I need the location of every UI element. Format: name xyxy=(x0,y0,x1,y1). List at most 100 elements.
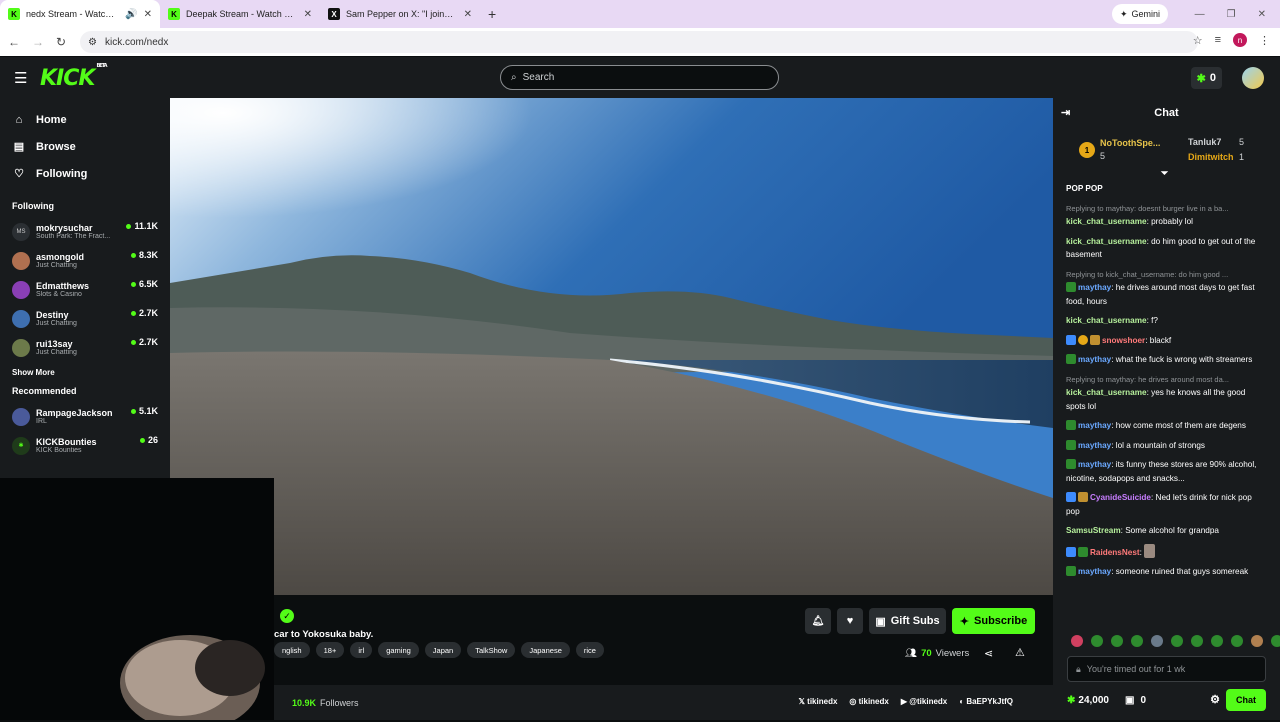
chat-username[interactable]: CyanideSuicide xyxy=(1090,493,1151,502)
sidebar-item-following[interactable]: ♡ Following xyxy=(0,160,170,187)
message-text: POP POP xyxy=(1066,184,1103,193)
channel-category: Just Chatting xyxy=(36,262,77,269)
subscribe-button[interactable]: ✦ Subscribe xyxy=(952,608,1035,634)
sidebar-item-home[interactable]: ⌂ Home xyxy=(0,106,170,133)
social-link[interactable]: ▶ @tikinedx xyxy=(901,697,947,706)
emote-icon[interactable] xyxy=(1091,635,1103,647)
browser-menu-icon[interactable]: ⋮ xyxy=(1259,34,1270,47)
collapse-chat-icon[interactable]: ⇥ xyxy=(1061,106,1070,119)
chat-username[interactable]: maythay xyxy=(1078,567,1111,576)
channel-item[interactable]: RampageJackson IRL 5.1K xyxy=(0,402,170,431)
browser-tab[interactable]: K Deepak Stream - Watch Live o ✕ xyxy=(160,0,320,28)
user-avatar[interactable] xyxy=(1242,67,1264,89)
tab-audio-icon[interactable]: 🔊 xyxy=(125,9,137,20)
tag-pill[interactable]: nglish xyxy=(274,642,310,658)
channel-item[interactable]: MS mokrysuchar South Park: The Fract... 1… xyxy=(0,217,170,246)
tag-pill[interactable]: Japanese xyxy=(521,642,570,658)
chat-username[interactable]: kick_chat_username xyxy=(1066,388,1147,397)
gift-subs-button[interactable]: ▣ Gift Subs xyxy=(869,608,946,634)
channel-item[interactable]: Edmatthews Slots & Casino 6.5K xyxy=(0,275,170,304)
hamburger-menu-icon[interactable]: ☰ xyxy=(14,69,27,87)
sidebar-item-browse[interactable]: ▤ Browse xyxy=(0,133,170,160)
tag-pill[interactable]: 18+ xyxy=(315,642,345,658)
tag-pill[interactable]: TalkShow xyxy=(467,642,516,658)
channel-item[interactable]: ✱ KICKBounties KICK Bounties 26 xyxy=(0,431,170,460)
profile-avatar[interactable]: n xyxy=(1233,33,1247,47)
forward-icon[interactable]: → xyxy=(32,35,44,49)
back-icon[interactable]: ← xyxy=(8,35,20,49)
chat-username[interactable]: maythay xyxy=(1078,441,1111,450)
tag-pill[interactable]: irl xyxy=(350,642,373,658)
gifter-name[interactable]: Tanluk7 xyxy=(1188,137,1221,147)
site-info-icon[interactable]: ⚙ xyxy=(88,37,97,48)
chat-username[interactable]: RaidensNest xyxy=(1090,548,1140,557)
chat-username[interactable]: kick_chat_username xyxy=(1066,316,1147,325)
expand-gifters-icon[interactable]: ⏷ xyxy=(1161,168,1168,179)
browser-tab[interactable]: X Sam Pepper on X: "I joined a tr ✕ xyxy=(320,0,480,28)
top-gifter-name[interactable]: NoToothSpe... xyxy=(1100,138,1160,148)
kicks-balance-button[interactable]: ✱ 0 xyxy=(1190,67,1222,89)
new-tab-button[interactable]: + xyxy=(480,6,504,22)
channel-item[interactable]: rui13say Just Chatting 2.7K xyxy=(0,333,170,362)
emote-icon[interactable] xyxy=(1071,635,1083,647)
close-tab-icon[interactable]: ✕ xyxy=(464,9,472,20)
chat-username[interactable]: kick_chat_username xyxy=(1066,237,1147,246)
chat-username[interactable]: snowshoer xyxy=(1102,336,1145,345)
emote-icon[interactable] xyxy=(1251,635,1263,647)
send-chat-button[interactable]: Chat xyxy=(1226,689,1266,711)
emote-icon[interactable] xyxy=(1231,635,1243,647)
social-link[interactable]: 𝕏 tikinedx xyxy=(799,697,838,706)
social-link[interactable]: ◐ BaEPYkJtfQ xyxy=(959,697,1013,706)
show-more-link[interactable]: Show More xyxy=(0,362,170,382)
emote-icon[interactable] xyxy=(1151,635,1163,647)
search-input[interactable]: ⌕ Search xyxy=(500,65,779,90)
chat-settings-icon[interactable]: ⚙ xyxy=(1210,693,1220,706)
channel-avatar xyxy=(12,407,30,426)
notification-bell-button[interactable]: 🔔︎ xyxy=(805,608,831,634)
chat-username[interactable]: maythay xyxy=(1078,460,1111,469)
chat-input[interactable]: 🔒︎ You're timed out for 1 wk xyxy=(1067,656,1266,682)
restore-icon[interactable]: ❐ xyxy=(1227,9,1236,20)
share-icon[interactable]: ⋖ xyxy=(984,647,993,660)
kicks-balance[interactable]: 24,000 xyxy=(1078,695,1109,706)
report-icon[interactable]: ⚠ xyxy=(1015,646,1025,659)
subs-count[interactable]: 0 xyxy=(1140,695,1146,706)
bookmark-star-icon[interactable]: ☆ xyxy=(1193,34,1203,47)
tag-pill[interactable]: rice xyxy=(575,642,604,658)
gifter-name[interactable]: Dimitwitch xyxy=(1188,152,1234,162)
browser-tab[interactable]: K nedx Stream - Watch Live o 🔊 ✕ xyxy=(0,0,160,28)
tag-pill[interactable]: gaming xyxy=(378,642,419,658)
stream-info: ✓ car to Yokosuka baby. nglish 18+ irl g… xyxy=(274,595,1053,720)
emote-icon[interactable] xyxy=(1271,635,1280,647)
subscribe-star-icon: ✦ xyxy=(959,615,970,628)
address-bar[interactable]: ⚙ kick.com/nedx xyxy=(80,31,1198,53)
chat-username[interactable]: SamsuStream xyxy=(1066,526,1121,535)
close-window-icon[interactable]: ✕ xyxy=(1258,9,1266,20)
media-controls-icon[interactable]: ≡ xyxy=(1215,34,1221,46)
close-tab-icon[interactable]: ✕ xyxy=(144,9,152,20)
tag-pill[interactable]: Japan xyxy=(424,642,462,658)
emote-icon[interactable] xyxy=(1191,635,1203,647)
follow-heart-button[interactable]: ♥ xyxy=(837,608,863,634)
window-controls: — ❐ ✕ xyxy=(1195,0,1280,28)
close-tab-icon[interactable]: ✕ xyxy=(304,9,312,20)
chat-message: POP POP xyxy=(1066,182,1267,196)
video-player[interactable] xyxy=(170,98,1053,595)
social-link[interactable]: ◎ tikinedx xyxy=(849,697,888,706)
emote-icon[interactable] xyxy=(1131,635,1143,647)
chat-username[interactable]: maythay xyxy=(1078,355,1111,364)
chat-username[interactable]: maythay xyxy=(1078,283,1111,292)
chat-username[interactable]: maythay xyxy=(1078,421,1111,430)
reload-icon[interactable]: ↻ xyxy=(56,35,66,49)
emote-icon[interactable] xyxy=(1111,635,1123,647)
emote-icon[interactable] xyxy=(1211,635,1223,647)
chat-username[interactable]: kick_chat_username xyxy=(1066,217,1147,226)
gemini-button[interactable]: ✦ Gemini xyxy=(1111,4,1168,24)
emote-icon[interactable] xyxy=(1171,635,1183,647)
channel-item[interactable]: asmongold Just Chatting 8.3K xyxy=(0,246,170,275)
minimize-icon[interactable]: — xyxy=(1195,9,1205,20)
chat-message: kick_chat_username: f? xyxy=(1066,316,1158,325)
channel-item[interactable]: Destiny Just Chatting 2.7K xyxy=(0,304,170,333)
sidebar-item-label: Browse xyxy=(36,140,76,153)
kick-logo[interactable]: KICKBETA xyxy=(40,63,108,91)
